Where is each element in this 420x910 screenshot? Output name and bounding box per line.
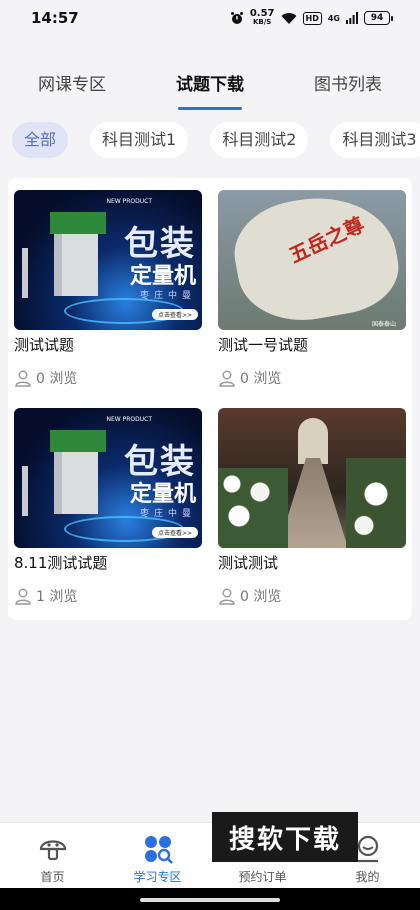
card-title: 8.11测试试题 (14, 554, 108, 572)
user-icon (15, 588, 31, 605)
wifi-icon (281, 12, 297, 24)
exam-card-grid: NEW PRODUCT 包装 定量机 枣庄中曼 点击查看>> 测试试题 0 浏览… (8, 178, 412, 620)
card-title: 测试测试 (218, 554, 279, 572)
card-thumbnail-wedding (218, 408, 406, 548)
tab-exam-download[interactable]: 试题下载 (176, 64, 244, 110)
home-indicator[interactable] (140, 898, 280, 902)
nav-study-label: 学习专区 (133, 870, 182, 884)
card-views: 0 浏览 (14, 368, 202, 388)
nav-home-label: 首页 (40, 870, 65, 884)
chip-subject-test-2[interactable]: 科目测试2 (210, 122, 309, 158)
view-count: 0 浏览 (240, 371, 282, 387)
card-thumbnail-packaging-machine: NEW PRODUCT 包装 定量机 枣庄中曼 点击查看>> (14, 190, 202, 330)
signal-icon (346, 12, 358, 24)
tab-book-list[interactable]: 图书列表 (314, 64, 382, 110)
card-thumbnail-packaging-machine: NEW PRODUCT 包装 定量机 枣庄中曼 点击查看>> (14, 408, 202, 548)
net-speed: 0.57 KB/S (249, 8, 275, 27)
card-views: 0 浏览 (218, 368, 406, 388)
user-icon (219, 588, 235, 605)
tab-online-courses[interactable]: 网课专区 (38, 64, 106, 110)
card-title: 测试试题 (14, 336, 75, 354)
card-views: 1 浏览 (14, 586, 202, 606)
status-bar: 14:57 0.57 KB/S HD 4G 94 (0, 0, 420, 36)
nav-orders-label: 预约订单 (238, 870, 287, 884)
chip-subject-test-1[interactable]: 科目测试1 (90, 122, 189, 158)
top-tabs: 网课专区 试题下载 图书列表 (0, 64, 420, 110)
exam-card[interactable]: 测试测试 0 浏览 (218, 408, 406, 606)
card-views: 0 浏览 (218, 586, 406, 606)
alarm-icon (230, 12, 243, 24)
exam-card[interactable]: NEW PRODUCT 包装 定量机 枣庄中曼 点击查看>> 8.11测试试题 … (14, 408, 202, 606)
hd-badge: HD (302, 11, 322, 25)
exam-card[interactable]: NEW PRODUCT 包装 定量机 枣庄中曼 点击查看>> 测试试题 0 浏览 (14, 190, 202, 388)
nav-study[interactable]: 学习专区 (105, 823, 210, 888)
user-icon (219, 370, 235, 387)
user-icon (15, 370, 31, 387)
nav-home[interactable]: 首页 (0, 823, 105, 888)
chip-subject-test-3[interactable]: 科目测试3 (330, 122, 420, 158)
status-time: 14:57 (31, 9, 79, 27)
chip-all[interactable]: 全部 (12, 122, 69, 158)
card-thumbnail-rock: 五岳之尊 国泰泰山 (218, 190, 406, 330)
view-count: 1 浏览 (36, 589, 78, 605)
status-icons: 0.57 KB/S HD 4G 94 (230, 8, 393, 27)
filter-chips: 全部 科目测试1 科目测试2 科目测试3 (12, 122, 420, 158)
study-dots-icon (144, 836, 173, 864)
exam-card[interactable]: 五岳之尊 国泰泰山 测试一号试题 0 浏览 (218, 190, 406, 388)
home-mushroom-icon (39, 840, 66, 861)
card-title: 测试一号试题 (218, 336, 309, 354)
view-count: 0 浏览 (240, 589, 282, 605)
battery-icon: 94 (364, 11, 393, 25)
watermark-badge: 搜软下载 (212, 812, 358, 862)
signal-label: 4G (327, 13, 340, 23)
view-count: 0 浏览 (36, 371, 78, 387)
nav-profile-label: 我的 (355, 870, 380, 884)
